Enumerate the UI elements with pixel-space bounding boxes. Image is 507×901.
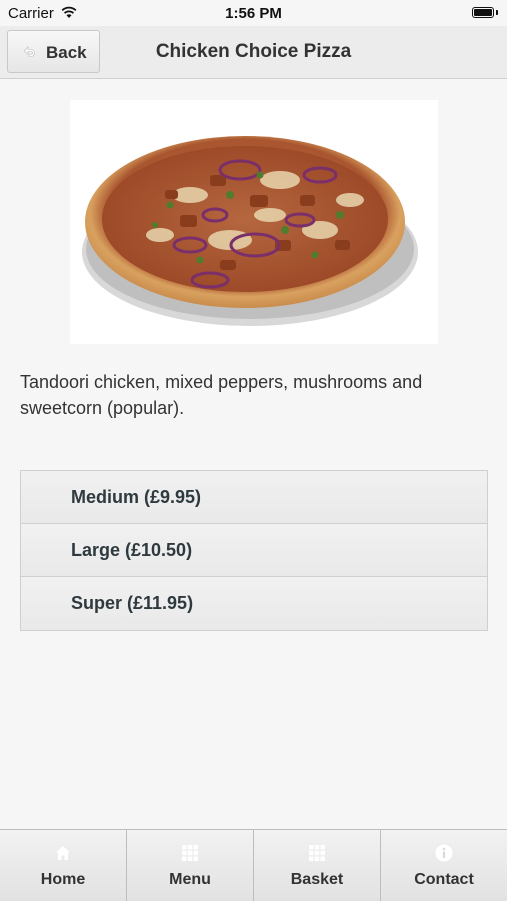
tab-home-label: Home <box>40 871 86 888</box>
tab-menu[interactable]: Menu <box>127 830 254 901</box>
tab-bar: Home Menu Basket Contact <box>0 829 507 901</box>
tab-contact[interactable]: Contact <box>381 830 507 901</box>
product-description: Tandoori chicken, mixed peppers, mushroo… <box>20 372 423 418</box>
tab-basket[interactable]: Basket <box>254 830 381 901</box>
tab-home[interactable]: Home <box>0 830 127 901</box>
home-icon <box>56 846 70 860</box>
size-option-super[interactable]: Super (£11.95) <box>21 577 487 630</box>
info-icon <box>435 844 453 862</box>
size-options-list: Medium (£9.95) Large (£10.50) Super (£11… <box>20 470 488 631</box>
tab-contact-label: Contact <box>414 871 474 888</box>
battery-icon <box>472 7 498 19</box>
tab-basket-label: Basket <box>290 871 344 888</box>
page-title: Chicken Choice Pizza <box>155 41 352 62</box>
pizza-image <box>70 100 438 344</box>
pizza-illustration <box>82 136 418 326</box>
navigation-bar: Back Chicken Choice Pizza <box>0 26 507 79</box>
size-option-medium[interactable]: Medium (£9.95) <box>21 471 487 524</box>
grid-icon <box>309 845 325 861</box>
status-bar: Carrier 1:56 PM <box>0 0 507 26</box>
tab-menu-label: Menu <box>169 871 211 888</box>
size-option-large[interactable]: Large (£10.50) <box>21 524 487 577</box>
grid-icon <box>182 845 198 861</box>
status-time: 1:56 PM <box>225 5 282 22</box>
